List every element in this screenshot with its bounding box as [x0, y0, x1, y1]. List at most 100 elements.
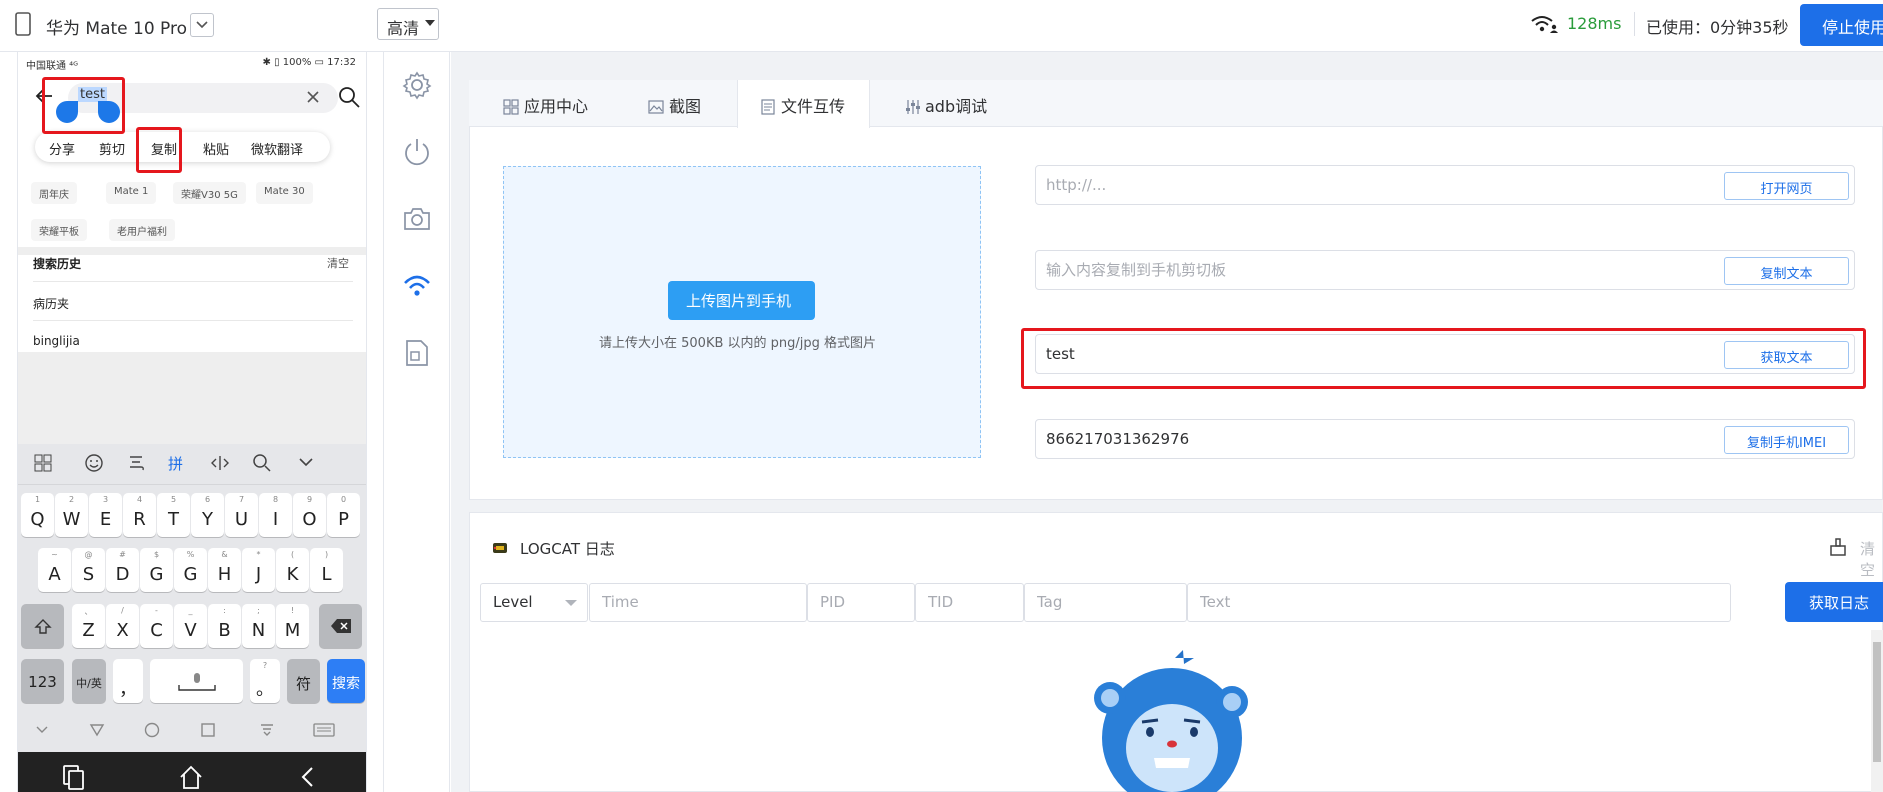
space-key[interactable] [150, 659, 243, 703]
tab-app-center[interactable]: 应用中心 [503, 80, 588, 127]
key[interactable]: & H [208, 548, 241, 592]
level-select[interactable]: Level [480, 583, 588, 622]
tab-screenshot[interactable]: 截图 [648, 80, 701, 127]
emoji-icon[interactable] [84, 453, 104, 473]
menu-item-share[interactable]: 分享 [49, 139, 75, 158]
key[interactable]: $ G [140, 548, 173, 592]
key[interactable]: (K [276, 548, 309, 592]
history-item[interactable]: 病历夹 [33, 295, 69, 312]
cursor-move-icon[interactable] [210, 453, 230, 473]
key[interactable]: # D [106, 548, 139, 592]
keyboard-icon[interactable] [313, 723, 335, 737]
stop-button[interactable]: 停止使用 [1800, 4, 1883, 46]
key[interactable]: 8I [259, 493, 292, 537]
tag-chip[interactable]: 荣耀V30 5G [173, 182, 246, 204]
tab-file-transfer[interactable]: 文件互传 [737, 80, 870, 128]
grid-icon[interactable] [34, 454, 52, 472]
menu-item-cut[interactable]: 剪切 [99, 139, 125, 158]
search-history-clear[interactable]: 清空 [327, 255, 349, 271]
lang-switch-key[interactable]: 中/英 [72, 659, 106, 703]
quality-select[interactable]: 高清 [377, 8, 439, 40]
key[interactable]: 1Q [21, 493, 54, 537]
pid-input[interactable] [820, 593, 916, 611]
tag-input[interactable] [1037, 593, 1182, 611]
tab-adb-debug[interactable]: adb调试 [904, 80, 987, 127]
key[interactable]: 5T [157, 493, 190, 537]
time-input[interactable] [602, 593, 797, 611]
back-icon[interactable] [298, 764, 318, 790]
broom-icon[interactable] [1828, 537, 1848, 557]
key-hint: ( [290, 550, 295, 559]
triangle-back-icon[interactable] [89, 723, 105, 737]
comma-key[interactable]: ， [113, 659, 143, 703]
tag-chip[interactable]: 周年庆 [31, 182, 77, 204]
handwrite-icon[interactable] [127, 453, 147, 473]
key[interactable]: * J [242, 548, 275, 592]
history-item[interactable]: binglijia [33, 334, 80, 348]
circle-home-icon[interactable] [144, 722, 160, 738]
square-recent-icon[interactable] [200, 722, 216, 738]
copy-imei-button[interactable]: 复制手机IMEI [1724, 426, 1849, 454]
menu-item-translate[interactable]: 微软翻译 [251, 139, 303, 158]
key[interactable]: 3E [89, 493, 122, 537]
phone-icon [14, 12, 32, 36]
clear-icon[interactable] [306, 90, 320, 104]
tag-chip[interactable]: 荣耀平板 [31, 219, 87, 241]
tag-chip[interactable]: 老用户福利 [109, 219, 175, 241]
chevron-down-icon[interactable] [35, 725, 49, 735]
imei-input[interactable] [1046, 428, 1696, 450]
backspace-key[interactable] [319, 604, 362, 648]
number-key[interactable]: 123 [21, 659, 64, 703]
file-transfer-icon[interactable] [402, 338, 432, 368]
url-input[interactable] [1046, 174, 1696, 196]
key[interactable]: / X [106, 604, 139, 648]
key[interactable]: 6Y [191, 493, 224, 537]
settings-gear-icon[interactable] [402, 70, 432, 100]
power-icon[interactable] [402, 137, 432, 167]
collapse-keyboard-icon[interactable] [297, 455, 315, 469]
copy-text-button[interactable]: 复制文本 [1724, 257, 1849, 285]
key[interactable]: 2W [55, 493, 88, 537]
key[interactable]: 0P [327, 493, 360, 537]
symbol-key[interactable]: 符 [287, 659, 320, 703]
key[interactable]: ; N [242, 604, 275, 648]
clipboard-input[interactable] [1046, 259, 1696, 281]
period-key[interactable]: ?。 [250, 659, 280, 703]
key[interactable]: % G [174, 548, 207, 592]
scrollbar[interactable] [1871, 630, 1883, 792]
search-key[interactable]: 搜索 [327, 659, 365, 703]
key[interactable]: 9O [293, 493, 326, 537]
shift-key[interactable] [21, 604, 64, 648]
key[interactable]: 7U [225, 493, 258, 537]
upload-image-button[interactable]: 上传图片到手机 [668, 281, 815, 320]
key[interactable]: 、 Z [72, 604, 105, 648]
key[interactable]: ! M [276, 604, 309, 648]
tid-input[interactable] [928, 593, 1025, 611]
key[interactable]: -C [140, 604, 173, 648]
key[interactable]: 4R [123, 493, 156, 537]
recent-apps-icon[interactable] [62, 764, 86, 790]
scrollbar-thumb[interactable] [1873, 642, 1881, 762]
key[interactable]: _ V [174, 604, 207, 648]
key[interactable]: @ S [72, 548, 105, 592]
tag-chip[interactable]: Mate 30 [256, 182, 313, 204]
device-dropdown-button[interactable] [190, 13, 214, 37]
camera-icon[interactable] [402, 204, 432, 234]
menu-item-paste[interactable]: 粘贴 [203, 139, 229, 158]
text-input[interactable] [1200, 593, 1688, 611]
wifi-icon[interactable] [402, 271, 432, 301]
tool-column [383, 52, 450, 792]
search-icon[interactable] [337, 85, 361, 109]
clear-log-button[interactable]: 清空 [1860, 538, 1883, 580]
open-webpage-button[interactable]: 打开网页 [1724, 172, 1849, 200]
pinyin-switch[interactable]: 拼 [168, 453, 183, 474]
phone-screen[interactable]: 中国联通 ⁴ᴳ ✱ ▯ 100% ▭ 17:32 test 周年庆 Mate 1… [17, 52, 367, 792]
search-icon[interactable] [252, 453, 272, 473]
key[interactable]: ) L [310, 548, 343, 592]
hide-keyboard-icon[interactable] [259, 722, 275, 738]
tag-chip[interactable]: Mate 1 [106, 182, 157, 204]
home-icon[interactable] [178, 764, 204, 790]
key[interactable]: ~ A [38, 548, 71, 592]
get-log-button[interactable]: 获取日志 [1785, 582, 1883, 622]
key[interactable]: :B [208, 604, 241, 648]
